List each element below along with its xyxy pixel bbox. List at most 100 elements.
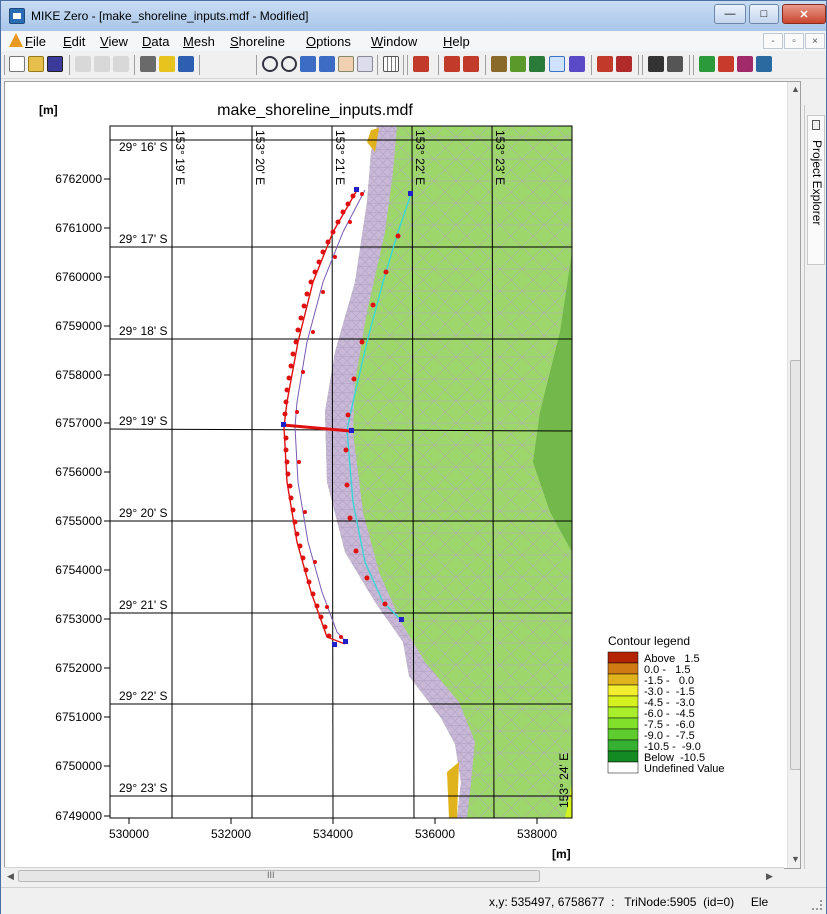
mdi-restore-button[interactable]: ▫	[784, 33, 804, 49]
svg-text:6752000: 6752000	[55, 661, 102, 675]
link-icon[interactable]	[569, 56, 585, 72]
status-bar: x,y: 535497, 6758677 : TriNode:5905 (id=…	[1, 887, 826, 914]
y-axis-ticks	[104, 178, 110, 817]
context-help-icon[interactable]	[178, 56, 194, 72]
maximize-button[interactable]: □	[749, 4, 779, 24]
legend-title: Contour legend	[608, 634, 690, 648]
svg-text:530000: 530000	[109, 827, 149, 841]
svg-text:536000: 536000	[415, 827, 455, 841]
paste-icon[interactable]	[113, 56, 129, 72]
vertical-scroll-thumb[interactable]	[790, 360, 800, 770]
scroll-right-arrow[interactable]: ▶	[766, 871, 773, 882]
project-explorer-tab[interactable]: Project Explorer	[807, 115, 825, 265]
selected-tool-icon[interactable]	[549, 56, 565, 72]
svg-text:29° 23' S: 29° 23' S	[119, 781, 167, 795]
menu-data[interactable]: Data	[142, 34, 169, 49]
y-tick-labels: 6762000 6761000 6760000 6759000 6758000 …	[55, 172, 102, 823]
svg-text:153° 19' E: 153° 19' E	[173, 130, 187, 185]
delete-points-icon[interactable]	[737, 56, 753, 72]
svg-text:153° 24' E: 153° 24' E	[557, 753, 571, 808]
menu-view[interactable]: View	[100, 34, 128, 49]
scroll-down-arrow[interactable]: ▼	[791, 854, 800, 864]
help-icon[interactable]	[159, 56, 175, 72]
svg-text:29° 22' S: 29° 22' S	[119, 689, 167, 703]
svg-text:153° 23' E: 153° 23' E	[493, 130, 507, 185]
menu-help[interactable]: Help	[443, 34, 470, 49]
mike-zero-app-icon[interactable]	[9, 8, 25, 24]
close-button[interactable]: ✕	[782, 4, 826, 24]
map-canvas[interactable]: make_shoreline_inputs.mdf [m] [m] 29° 16…	[5, 82, 787, 869]
menu-options[interactable]: Options	[306, 34, 351, 49]
extra-icon[interactable]	[756, 56, 772, 72]
pen-icon[interactable]	[616, 56, 632, 72]
cut-icon[interactable]	[75, 56, 91, 72]
svg-text:6758000: 6758000	[55, 368, 102, 382]
menu-window[interactable]: Window	[371, 34, 417, 49]
edit-line-icon[interactable]	[529, 56, 545, 72]
horizontal-scroll-thumb[interactable]: III	[18, 870, 540, 882]
pan-icon[interactable]	[338, 56, 354, 72]
zoom-previous-icon[interactable]	[300, 56, 316, 72]
menu-bar: File Edit View Data Mesh Shoreline Optio…	[1, 31, 826, 51]
open-icon[interactable]	[28, 56, 44, 72]
menu-mesh[interactable]: Mesh	[183, 34, 215, 49]
map-document: make_shoreline_inputs.mdf [m] [m] 29° 16…	[4, 81, 801, 869]
zoom-next-icon[interactable]	[319, 56, 335, 72]
toolbar	[1, 51, 826, 79]
status-coordinates: x,y: 535497, 6758677 : TriNode:5905 (id=…	[489, 895, 769, 909]
copy-icon[interactable]	[94, 56, 110, 72]
show-all-icon[interactable]	[357, 56, 373, 72]
menu-shoreline[interactable]: Shoreline	[230, 34, 285, 49]
properties-icon[interactable]	[667, 56, 683, 72]
arc-tool-icon[interactable]	[463, 56, 479, 72]
find-icon[interactable]	[648, 56, 664, 72]
select-icon[interactable]	[413, 56, 429, 72]
horizontal-scrollbar[interactable]: ◀ III ▶	[4, 867, 784, 885]
mdi-close-button[interactable]: ×	[805, 33, 825, 49]
svg-text:153° 22' E: 153° 22' E	[413, 130, 427, 185]
x-axis-ticks	[128, 818, 538, 824]
resize-grip[interactable]	[812, 900, 822, 910]
svg-text:6760000: 6760000	[55, 270, 102, 284]
menu-edit[interactable]: Edit	[63, 34, 85, 49]
points-icon[interactable]	[718, 56, 734, 72]
svg-text:534000: 534000	[313, 827, 353, 841]
svg-text:6761000: 6761000	[55, 221, 102, 235]
svg-text:6751000: 6751000	[55, 710, 102, 724]
contour-legend: Contour legend Above 1.5 0.0 - 1.5 -1.5 …	[607, 634, 725, 775]
scroll-up-arrow[interactable]: ▲	[791, 84, 800, 94]
app-window: MIKE Zero - [make_shoreline_inputs.mdf -…	[0, 0, 827, 914]
minimize-button[interactable]: —	[714, 4, 746, 24]
menu-file[interactable]: File	[25, 34, 46, 49]
scroll-thumb-grip: III	[267, 870, 275, 880]
svg-text:29° 20' S: 29° 20' S	[119, 506, 167, 520]
svg-text:6755000: 6755000	[55, 514, 102, 528]
grid-icon[interactable]	[383, 56, 399, 72]
nodes-icon[interactable]	[699, 56, 715, 72]
svg-text:153° 20' E: 153° 20' E	[253, 130, 267, 185]
svg-text:6759000: 6759000	[55, 319, 102, 333]
svg-text:538000: 538000	[517, 827, 557, 841]
point-tool-icon[interactable]	[444, 56, 460, 72]
title-bar[interactable]: MIKE Zero - [make_shoreline_inputs.mdf -…	[1, 1, 826, 31]
svg-text:6753000: 6753000	[55, 612, 102, 626]
scroll-left-arrow[interactable]: ◀	[7, 871, 14, 882]
print-icon[interactable]	[140, 56, 156, 72]
svg-text:6757000: 6757000	[55, 416, 102, 430]
svg-text:532000: 532000	[211, 827, 251, 841]
new-icon[interactable]	[9, 56, 25, 72]
svg-text:153° 21' E: 153° 21' E	[333, 130, 347, 185]
map-title: make_shoreline_inputs.mdf	[217, 102, 413, 119]
x-unit-label: [m]	[552, 847, 571, 861]
vertical-scrollbar[interactable]: ▲ ▼	[787, 82, 800, 868]
arrow-tool-icon[interactable]	[597, 56, 613, 72]
draw-line-icon[interactable]	[491, 56, 507, 72]
save-icon[interactable]	[47, 56, 63, 72]
mdi-minimize-button[interactable]: -	[763, 33, 783, 49]
side-panel: Project Explorer	[804, 105, 826, 869]
zoom-out-icon[interactable]	[281, 56, 297, 72]
project-explorer-label: Project Explorer	[810, 140, 824, 226]
svg-text:29° 16' S: 29° 16' S	[119, 140, 167, 154]
zoom-in-icon[interactable]	[262, 56, 278, 72]
check-icon[interactable]	[510, 56, 526, 72]
